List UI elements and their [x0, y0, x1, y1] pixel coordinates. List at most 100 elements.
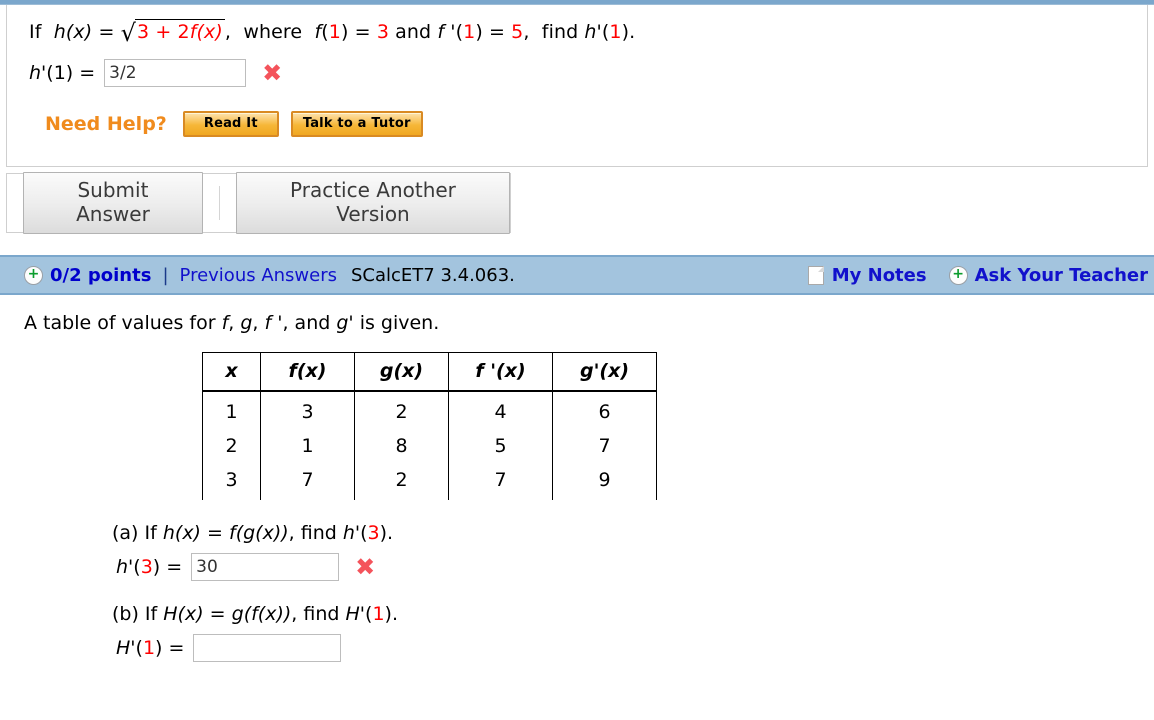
radicand-first-term: 3 [137, 21, 150, 43]
intro-f-prime: f ' [264, 312, 283, 334]
eq-3: = [488, 21, 506, 43]
prompt-comma-after-radical: , [224, 21, 232, 43]
parts-spacer [0, 581, 1154, 603]
part-b-answer-eq: ) = [155, 637, 185, 659]
radicand-coefficient: 2 [177, 21, 190, 43]
my-notes-link[interactable]: My Notes [832, 265, 927, 286]
prompt-target-tail: ). [621, 21, 636, 43]
table-header-cell: f '(x) [448, 352, 553, 392]
question-2-body: A table of values for f, g, f ', and g' … [0, 312, 1154, 662]
notes-page-icon[interactable] [807, 265, 824, 285]
prompt-fprime-value: 5 [511, 21, 524, 43]
prompt-comma: , [523, 21, 530, 43]
table-cell: 7 [260, 463, 355, 500]
prompt-target-fn: h' [584, 21, 602, 43]
part-a-answer-paren: ( [133, 556, 141, 578]
part-b-composition: g(f(x)) [231, 603, 292, 625]
part-a-label: (a) If [112, 522, 157, 544]
radicand-f-of-x: f(x) [189, 21, 223, 43]
question-2-intro: A table of values for f, g, f ', and g' … [24, 312, 1154, 334]
prompt-where: where [243, 21, 303, 43]
part-b-target-arg: 1 [372, 603, 385, 625]
part-a-eq: = [207, 522, 223, 544]
radicand: 3 + 2f(x) [135, 19, 225, 43]
part-b-question: (b) If H(x) = g(f(x)), find H'(1). [112, 603, 1154, 625]
ask-teacher-plus-icon[interactable]: + [948, 265, 968, 285]
answer-1-label-arg: 1 [53, 62, 66, 84]
paren-close-1: ) [340, 21, 349, 43]
prompt-h-of-x: h(x) [53, 21, 93, 43]
part-a-answer-arg: 3 [140, 556, 153, 578]
part-b-answer-arg: 1 [142, 637, 156, 659]
part-a-answer-row: h'(3) = ✖ [116, 553, 1154, 581]
practice-another-version-button[interactable]: Practice Another Version [235, 172, 510, 234]
table-cell: 2 [354, 463, 449, 500]
paren-close-2: ) [475, 21, 483, 43]
table-row: 1 3 2 4 6 [202, 391, 657, 429]
part-a-target-fn: h' [342, 522, 361, 544]
answer-1-paren-open: ( [46, 62, 54, 84]
table-cell: 1 [202, 391, 261, 429]
paren-open-1: ( [321, 21, 329, 43]
table-cell: 3 [260, 391, 355, 429]
table-cell: 3 [202, 463, 261, 500]
table-cell: 4 [448, 391, 553, 429]
table-cell: 5 [448, 429, 553, 463]
eq-2: = [354, 21, 371, 43]
part-a-composition: f(g(x)) [229, 522, 289, 544]
question-1-panel: If h(x) = √3 + 2f(x), where f(1) = 3 and… [6, 5, 1148, 167]
table-row: 3 7 2 7 9 [202, 463, 657, 500]
question-2-header-bar: + 0/2 points | Previous Answers SCalcET7… [0, 255, 1154, 295]
answer-1-input[interactable] [104, 59, 247, 87]
header-separator: | [162, 264, 169, 286]
prompt-equals: = [98, 21, 115, 43]
table-header-row: x f(x) g(x) f '(x) g'(x) [202, 352, 657, 392]
intro-g: g [240, 312, 253, 334]
header-right-group: My Notes + Ask Your Teacher [807, 257, 1148, 293]
table-header-cell: x [202, 352, 261, 392]
intro-g-prime: g' [336, 312, 354, 334]
need-help-label: Need Help? [45, 113, 167, 135]
intro-comma-3: , and [282, 312, 331, 334]
ask-your-teacher-link[interactable]: Ask Your Teacher [975, 265, 1148, 286]
part-b-answer-fn: H' [116, 637, 136, 659]
part-b-answer-row: H'(1) = [116, 634, 1154, 662]
submit-actions-panel: Submit Answer Practice Another Version [6, 172, 511, 234]
table-cell: 6 [552, 391, 657, 429]
submit-answer-button[interactable]: Submit Answer [23, 172, 203, 234]
part-b-answer-input[interactable] [193, 634, 342, 662]
part-a-find: , find [288, 522, 337, 544]
question-1-prompt: If h(x) = √3 + 2f(x), where f(1) = 3 and… [29, 19, 635, 45]
read-it-button[interactable]: Read It [182, 111, 279, 137]
part-a-fn: h(x) [162, 522, 201, 544]
answer-1-label-eq: ) = [65, 62, 96, 84]
table-header-cell: f(x) [260, 352, 355, 392]
prompt-find: find [541, 21, 579, 43]
part-b-label: (b) If [112, 603, 158, 625]
table-header-cell: g(x) [354, 352, 449, 392]
part-a-tail: ). [379, 522, 394, 544]
table-cell: 7 [448, 463, 553, 500]
table-cell: 1 [260, 429, 355, 463]
header-left-group: + 0/2 points | Previous Answers SCalcET7… [24, 265, 515, 286]
prompt-f-arg: 1 [328, 21, 341, 43]
part-b-fn: H(x) [163, 603, 204, 625]
question-1-answer-row: h'(1) = ✖ [29, 59, 282, 87]
talk-to-a-tutor-button[interactable]: Talk to a Tutor [290, 111, 423, 137]
part-a-answer-input[interactable] [191, 553, 340, 581]
x-mark-incorrect-icon: ✖ [355, 553, 376, 581]
part-b-find: , find [291, 603, 340, 625]
table-cell: 2 [202, 429, 261, 463]
part-a-target-arg: 3 [367, 522, 380, 544]
expand-plus-icon[interactable]: + [24, 265, 43, 285]
need-help-row: Need Help? Read It Talk to a Tutor [45, 111, 435, 137]
prompt-lead: If [29, 21, 42, 43]
intro-comma-2: , [252, 312, 259, 334]
radicand-plus: + [155, 21, 172, 43]
points-label: 0/2 points [50, 264, 152, 286]
prompt-fprime-arg: 1 [463, 21, 476, 43]
previous-answers-link[interactable]: Previous Answers [180, 265, 337, 286]
prompt-target-arg: 1 [609, 21, 622, 43]
intro-tail: is given. [359, 312, 440, 334]
part-b-target-fn: H' [345, 603, 366, 625]
